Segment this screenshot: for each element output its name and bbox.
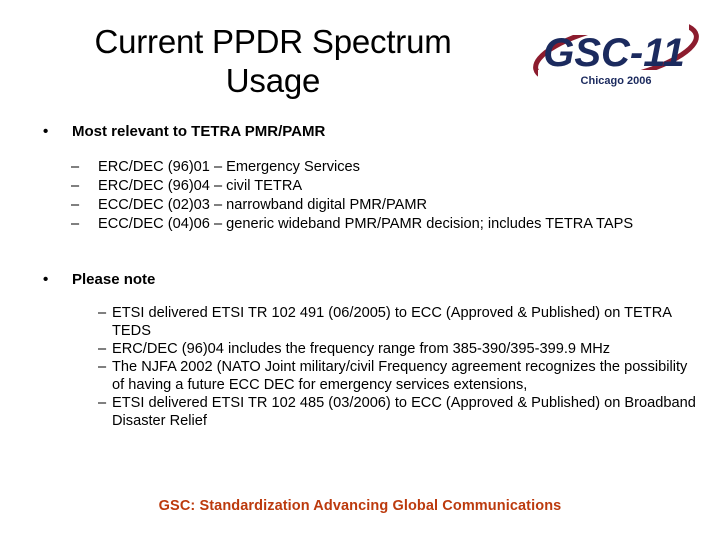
dash-marker-icon: –	[71, 178, 80, 194]
list-item-text: The NJFA 2002 (NATO Joint military/civil…	[112, 359, 688, 393]
slide-footer: GSC: Standardization Advancing Global Co…	[0, 497, 720, 515]
list-item-text: ECC/DEC (04)06 – generic wideband PMR/PA…	[98, 216, 634, 232]
slide-title-text: Current PPDR Spectrum Usage	[94, 23, 452, 99]
list-item: – ECC/DEC (02)03 – narrowband digital PM…	[0, 196, 720, 215]
list-item-text: ETSI delivered ETSI TR 102 485 (03/2006)…	[112, 395, 696, 429]
list-item-text: ECC/DEC (02)03 – narrowband digital PMR/…	[98, 197, 428, 213]
list-item: – ETSI delivered ETSI TR 102 491 (06/200…	[0, 304, 720, 340]
dash-marker-icon: –	[98, 305, 107, 321]
list-item: – ERC/DEC (96)04 includes the frequency …	[0, 340, 720, 358]
list-item-text: ERC/DEC (96)04 – civil TETRA	[98, 178, 303, 194]
gsc-11-logo: GSC-11 Chicago 2006 GSC-11 Chicago 2006	[524, 18, 708, 94]
list-item-text: ERC/DEC (96)04 includes the frequency ra…	[112, 341, 611, 357]
gsc-11-logo-graphic: GSC-11 Chicago 2006	[533, 18, 699, 94]
bullet-marker-icon: •	[43, 123, 49, 140]
dash-marker-icon: –	[71, 159, 80, 175]
dash-marker-icon: –	[98, 395, 107, 411]
bullet-most-relevant: • Most relevant to TETRA PMR/PAMR	[0, 122, 720, 142]
sublist-decisions: – ERC/DEC (96)01 – Emergency Services – …	[0, 158, 720, 234]
slide-title: Current PPDR Spectrum Usage	[28, 22, 518, 100]
list-item: – ERC/DEC (96)01 – Emergency Services	[0, 158, 720, 177]
logo-subtitle-text: Chicago 2006	[581, 75, 652, 87]
logo-wordmark-text: GSC-11	[543, 31, 685, 75]
list-item: – The NJFA 2002 (NATO Joint military/civ…	[0, 358, 720, 394]
slide-footer-text: GSC: Standardization Advancing Global Co…	[158, 498, 562, 514]
bullet-most-relevant-label: Most relevant to TETRA PMR/PAMR	[72, 123, 326, 140]
dash-marker-icon: –	[71, 216, 80, 232]
slide-body: • Most relevant to TETRA PMR/PAMR – ERC/…	[0, 122, 720, 430]
dash-marker-icon: –	[71, 197, 80, 213]
list-item-text: ERC/DEC (96)01 – Emergency Services	[98, 159, 360, 175]
list-item: – ERC/DEC (96)04 – civil TETRA	[0, 177, 720, 196]
sublist-notes: – ETSI delivered ETSI TR 102 491 (06/200…	[0, 304, 720, 430]
slide-canvas: Current PPDR Spectrum Usage GSC-11 Chica…	[0, 0, 720, 540]
bullet-marker-icon: •	[43, 271, 49, 288]
bullet-please-note: • Please note	[0, 270, 720, 290]
list-item: – ECC/DEC (04)06 – generic wideband PMR/…	[0, 215, 720, 234]
list-item: – ETSI delivered ETSI TR 102 485 (03/200…	[0, 394, 720, 430]
list-item-text: ETSI delivered ETSI TR 102 491 (06/2005)…	[112, 305, 672, 339]
dash-marker-icon: –	[98, 359, 107, 375]
dash-marker-icon: –	[98, 341, 107, 357]
bullet-please-note-label: Please note	[72, 271, 156, 288]
